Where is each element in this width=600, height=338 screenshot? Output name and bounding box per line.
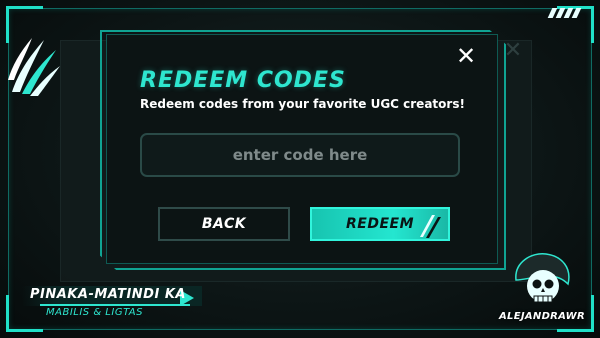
redeem-button-label: REDEEM (345, 216, 415, 232)
close-icon: ✕ (455, 42, 477, 70)
stripes-decoration (547, 8, 586, 18)
modal-title: REDEEM CODES (140, 68, 346, 93)
slash-icon (420, 215, 441, 238)
back-button[interactable]: BACK (158, 207, 290, 241)
claw-logo-icon (8, 38, 60, 96)
code-input[interactable] (140, 133, 460, 177)
footer-underline (40, 304, 190, 306)
footer-title: PINAKA-MATINDI KA (30, 287, 186, 302)
modal-subtitle: Redeem codes from your favorite UGC crea… (140, 97, 465, 111)
footer-subtitle: MABILIS & LIGTAS (46, 307, 143, 318)
redeem-button[interactable]: REDEEM (310, 207, 450, 241)
close-button[interactable]: ✕ (454, 44, 478, 68)
skull-icon (515, 253, 570, 303)
creator-name: ALEJANDRAWR (499, 311, 585, 322)
